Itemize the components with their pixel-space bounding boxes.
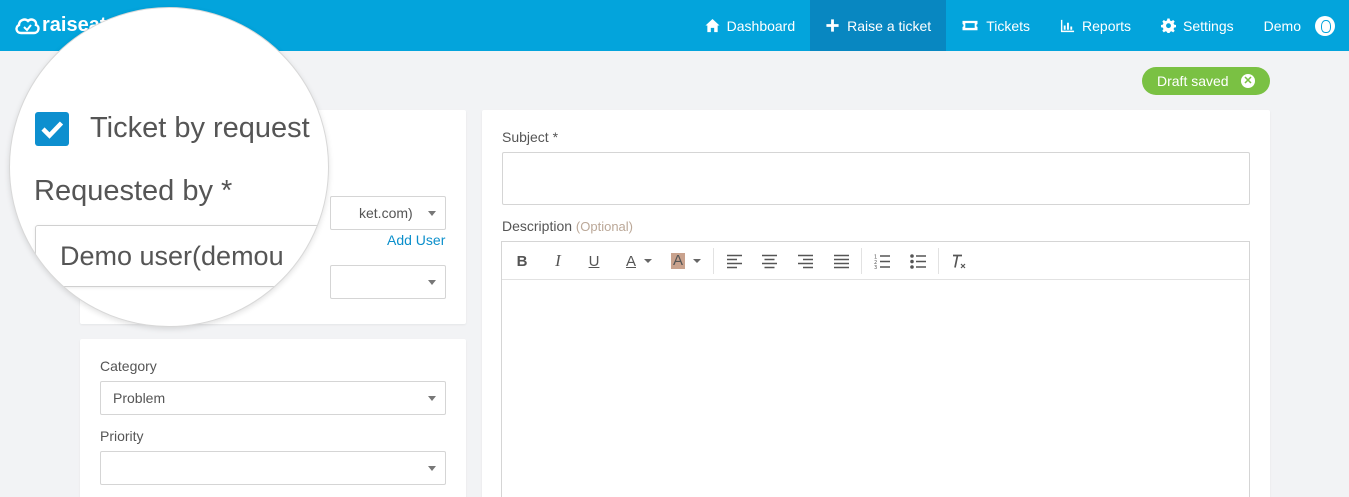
- toolbar-divider: [861, 248, 862, 274]
- dismiss-draft-icon[interactable]: ✕: [1241, 74, 1255, 88]
- nav-reports-label: Reports: [1082, 17, 1132, 34]
- description-editor[interactable]: B I U A A 123: [501, 241, 1250, 497]
- user-name: Demo: [1263, 17, 1301, 34]
- align-right-icon: [797, 254, 813, 268]
- toolbar-divider: [938, 248, 939, 274]
- ordered-list-button[interactable]: 123: [872, 250, 892, 272]
- justify-button[interactable]: [831, 250, 851, 272]
- requester-secondary-select[interactable]: [330, 265, 446, 299]
- ticket-by-request-checkbox[interactable]: [35, 112, 69, 146]
- highlight-color-button[interactable]: A: [666, 250, 706, 272]
- cloud-logo-icon: [15, 17, 40, 34]
- toolbar-divider: [713, 248, 714, 274]
- editor-toolbar: B I U A A 123: [502, 242, 1249, 280]
- avatar: [1315, 15, 1335, 36]
- ticket-icon: [962, 20, 978, 31]
- bullet-list-button[interactable]: [908, 250, 928, 272]
- nav-raise-ticket[interactable]: Raise a ticket: [810, 0, 947, 51]
- description-label-text: Description: [502, 218, 573, 234]
- add-user-link[interactable]: Add User: [387, 232, 445, 248]
- chevron-down-icon: [428, 211, 436, 216]
- bar-chart-icon: [1060, 19, 1075, 33]
- svg-text:3: 3: [874, 265, 877, 269]
- requester-email: ket.com): [359, 205, 413, 221]
- priority-label: Priority: [100, 428, 144, 444]
- nav-settings[interactable]: Settings: [1146, 0, 1249, 51]
- chevron-down-icon: [428, 466, 436, 471]
- requested-by-zoomed-select[interactable]: Demo user(demou: [35, 225, 328, 287]
- description-label: Description (Optional): [502, 218, 633, 234]
- justify-icon: [833, 254, 849, 268]
- ticket-by-request-label: Ticket by request: [90, 112, 310, 144]
- align-left-button[interactable]: [724, 250, 744, 272]
- nav-tickets-label: Tickets: [986, 17, 1031, 34]
- checkmark-icon: [41, 121, 64, 139]
- gear-icon: [1161, 18, 1177, 33]
- align-right-button[interactable]: [795, 250, 815, 272]
- nav-dashboard-label: Dashboard: [726, 17, 796, 34]
- ordered-list-icon: 123: [874, 254, 890, 269]
- user-menu[interactable]: Demo: [1249, 0, 1349, 51]
- plus-icon: [826, 19, 839, 32]
- italic-button[interactable]: I: [548, 250, 568, 272]
- highlight-icon: A: [670, 252, 685, 269]
- nav-reports[interactable]: Reports: [1045, 0, 1146, 51]
- nav-dashboard[interactable]: Dashboard: [690, 0, 811, 51]
- home-icon: [705, 18, 720, 33]
- category-label: Category: [100, 358, 157, 374]
- caret-down-icon: [693, 259, 701, 263]
- optional-hint: (Optional): [575, 219, 633, 234]
- align-center-icon: [761, 254, 777, 268]
- main-nav: Dashboard Raise a ticket Tickets Reports…: [690, 0, 1349, 51]
- chevron-down-icon: [428, 280, 436, 285]
- nav-tickets[interactable]: Tickets: [946, 0, 1045, 51]
- subject-input[interactable]: [502, 152, 1250, 205]
- magnifier-overlay: Ticket by request Requested by * Demo us…: [9, 7, 329, 327]
- requested-by-label: Requested by *: [34, 175, 233, 207]
- classification-card: Category Problem Priority: [80, 339, 466, 497]
- align-left-icon: [726, 254, 742, 268]
- category-value: Problem: [113, 390, 166, 406]
- clear-format-icon: [952, 254, 965, 268]
- priority-select[interactable]: [100, 451, 446, 485]
- caret-down-icon: [644, 259, 652, 263]
- draft-saved-label: Draft saved: [1157, 73, 1229, 89]
- underline-button[interactable]: U: [584, 250, 604, 272]
- clear-format-button[interactable]: [949, 250, 969, 272]
- font-color-icon: A: [625, 252, 636, 270]
- nav-raise-ticket-label: Raise a ticket: [847, 17, 932, 34]
- requested-by-value: Demo user(demou: [60, 240, 284, 271]
- bold-button[interactable]: B: [512, 250, 532, 272]
- font-color-button[interactable]: A: [619, 250, 659, 272]
- align-center-button[interactable]: [759, 250, 779, 272]
- chevron-down-icon: [428, 396, 436, 401]
- bullet-list-icon: [909, 253, 926, 269]
- requested-by-select[interactable]: ket.com): [330, 196, 446, 230]
- nav-settings-label: Settings: [1183, 17, 1234, 34]
- category-select[interactable]: Problem: [100, 381, 446, 415]
- subject-label: Subject *: [502, 129, 559, 145]
- draft-saved-badge: Draft saved ✕: [1142, 67, 1270, 95]
